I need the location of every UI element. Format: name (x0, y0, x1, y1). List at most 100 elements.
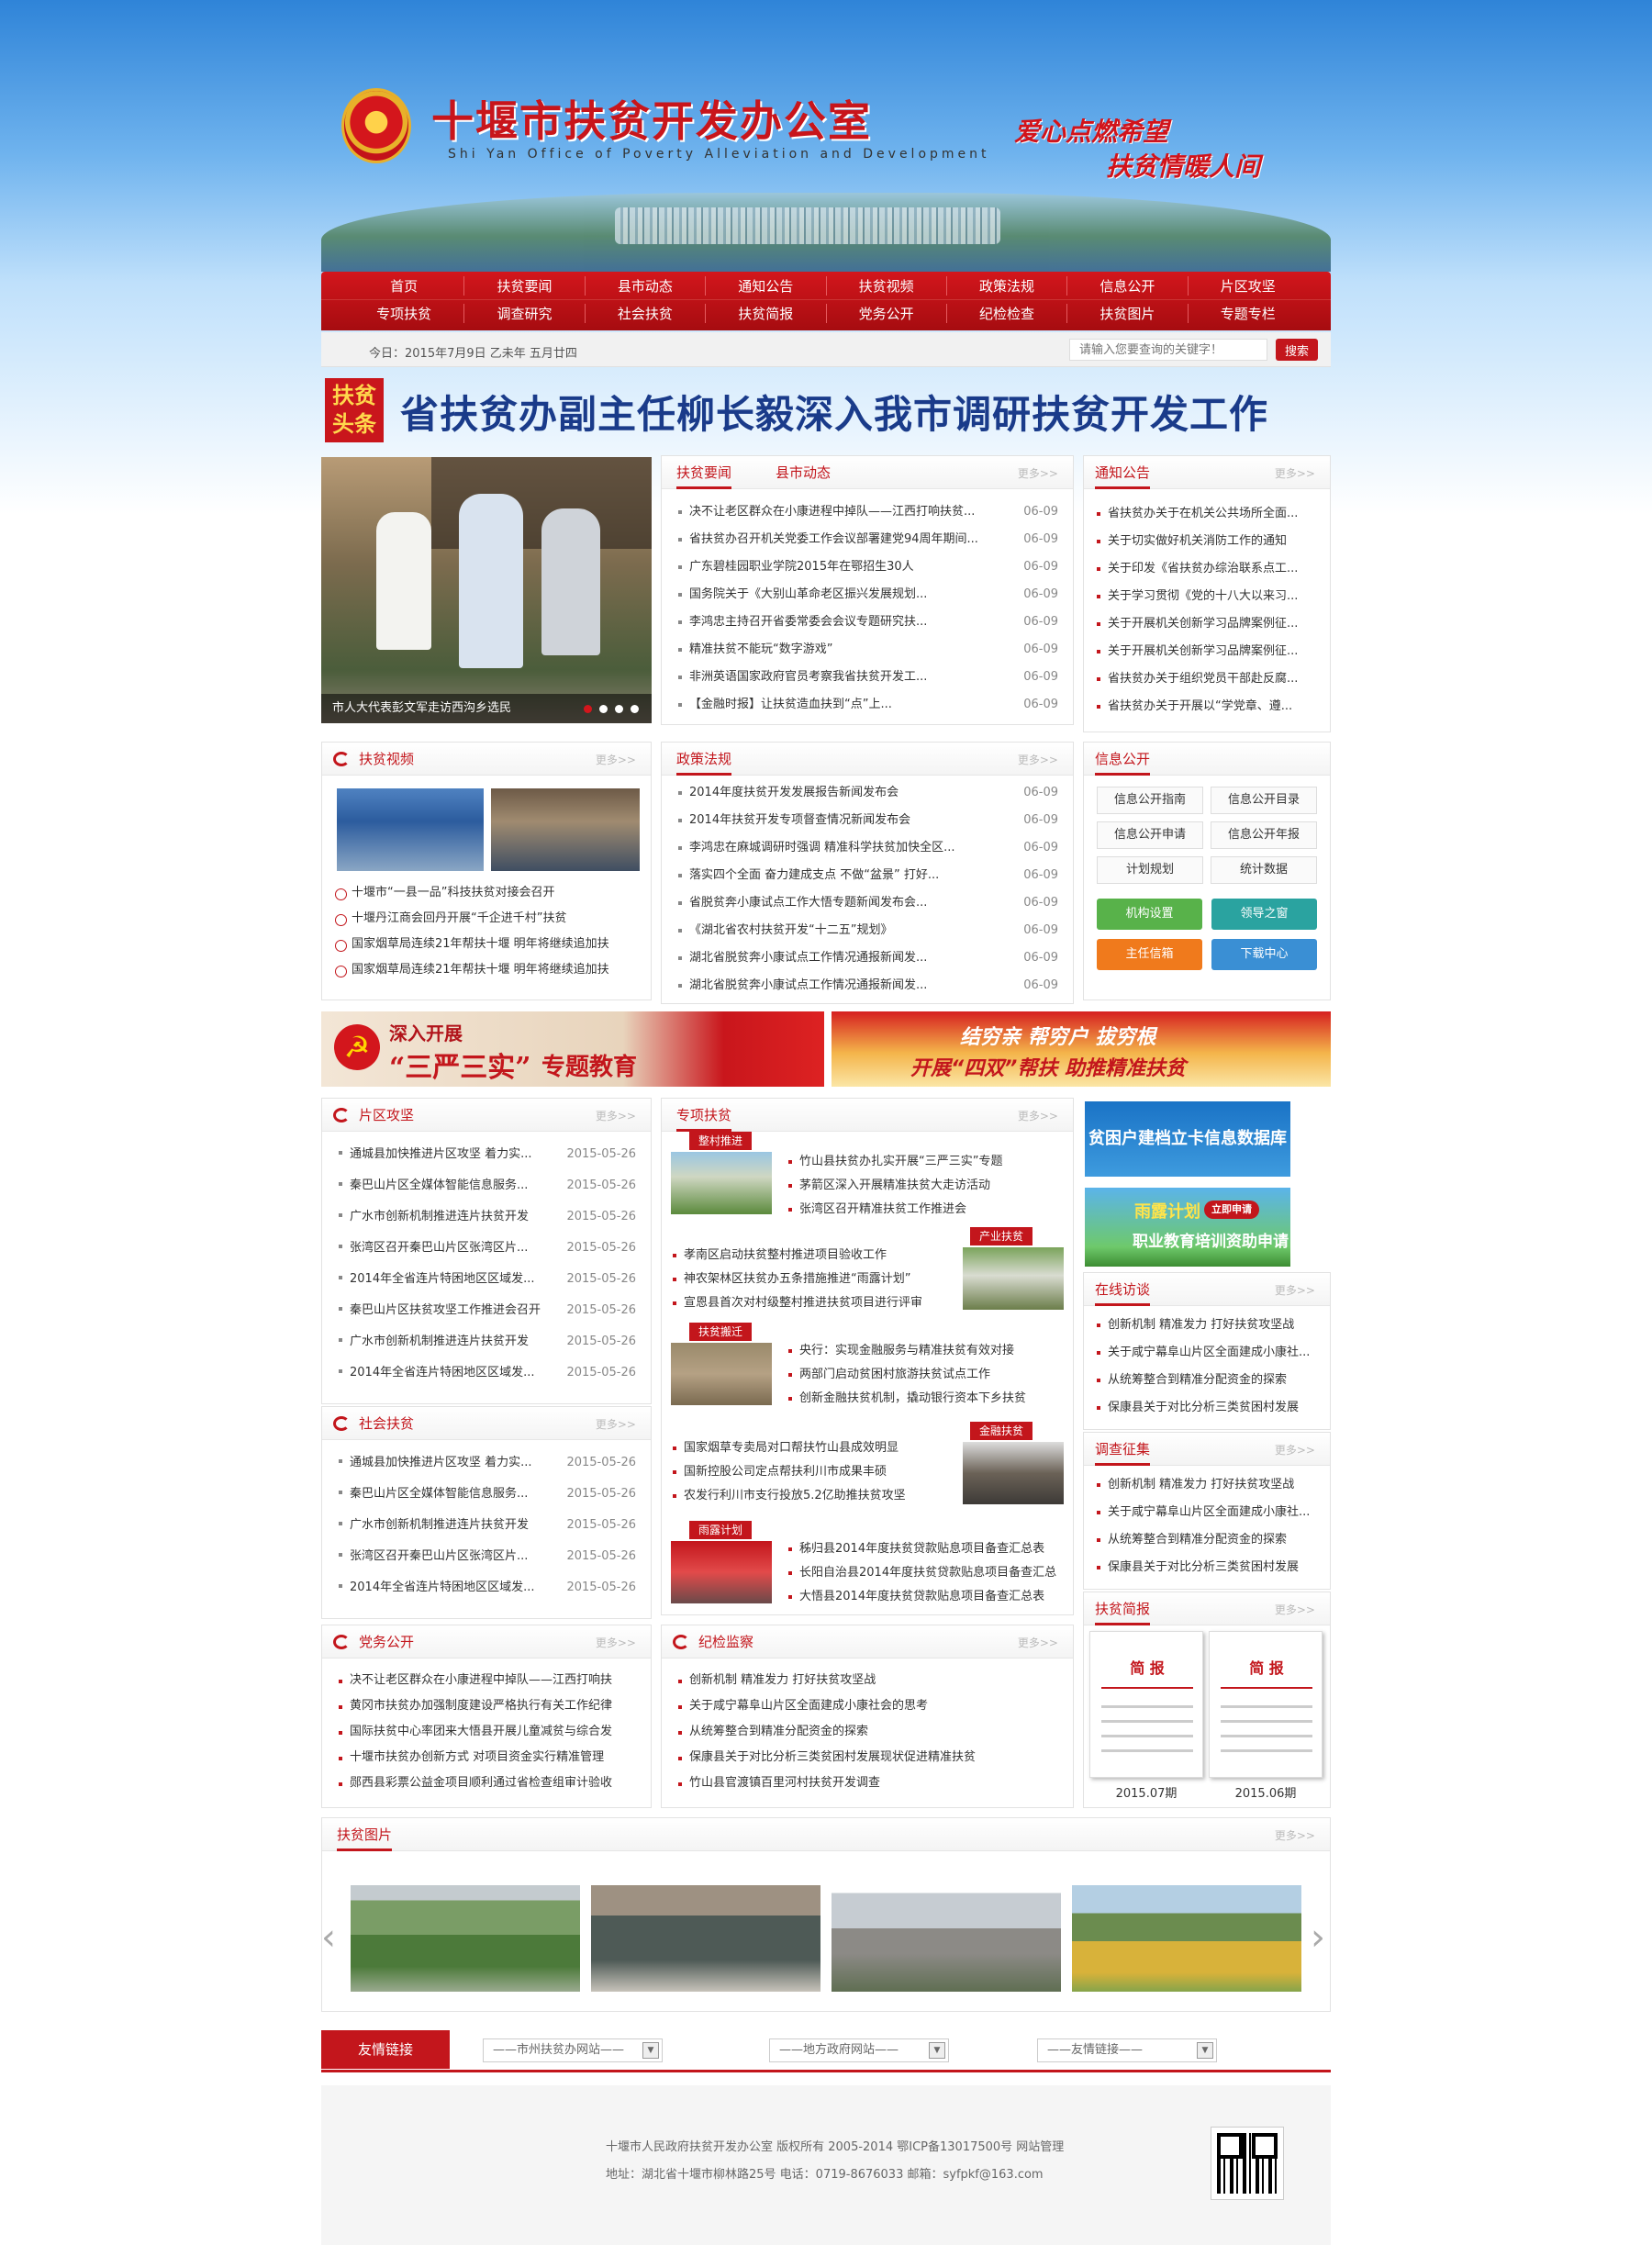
list-item[interactable]: 创新金融扶贫机制，撬动银行资本下乡扶贫 (787, 1387, 1026, 1411)
more-link[interactable]: 更多>> (1275, 1602, 1315, 1617)
list-item[interactable]: 关于开展机关创新学习品牌案例征... (1095, 638, 1319, 665)
brief-caption[interactable]: 2015.06期 (1209, 1783, 1323, 1801)
headline-link[interactable]: 省扶贫办副主任柳长毅深入我市调研扶贫开发工作 (400, 384, 1268, 440)
list-item[interactable]: 通城县加快推进片区攻坚 着力实... 2015-05-26 (337, 1447, 636, 1479)
more-link[interactable]: 更多>> (596, 1108, 636, 1123)
list-item[interactable]: 湖北省脱贫奔小康试点工作情况通报新闻发... 06-09 (676, 972, 1058, 1000)
list-item[interactable]: 2014年全省连片特困地区区域发... 2015-05-26 (337, 1264, 636, 1295)
list-item[interactable]: 国家烟草专卖局对口帮扶竹山县成效明显 (671, 1436, 906, 1460)
nav-item[interactable]: 政策法规 (947, 275, 1068, 296)
nav-item[interactable]: 专题专栏 (1189, 304, 1308, 323)
gallery-photo[interactable] (351, 1865, 580, 1992)
more-link[interactable]: 更多>> (1275, 1442, 1315, 1458)
poverty-database-banner[interactable]: 贫困户建档立卡信息数据库 (1085, 1101, 1290, 1177)
list-item[interactable]: 秭归县2014年度扶贫贷款贴息项目备查汇总表 (787, 1537, 1056, 1561)
list-item[interactable]: 2014年全省连片特困地区区域发... 2015-05-26 (337, 1357, 636, 1389)
list-item[interactable]: 省脱贫奔小康试点工作大悟专题新闻发布会... 06-09 (676, 889, 1058, 917)
special-image[interactable] (671, 1343, 772, 1405)
slide-dot[interactable] (584, 705, 592, 713)
list-item[interactable]: 郧西县彩票公益金项目顺利通过省检查组审计验收 (337, 1770, 636, 1796)
list-item[interactable]: 从统筹整合到精准分配资金的探索 (676, 1719, 1058, 1745)
tab-news[interactable]: 扶贫要闻 (676, 456, 732, 489)
info-link[interactable]: 统计数据 (1211, 856, 1317, 884)
leaders-button[interactable]: 领导之窗 (1211, 899, 1317, 930)
org-structure-button[interactable]: 机构设置 (1097, 899, 1202, 930)
gallery-photo[interactable] (1072, 1865, 1301, 1992)
list-item[interactable]: 国家烟草局连续21年帮扶十堰 明年将继续追加扶 (335, 932, 638, 957)
special-tag[interactable]: 产业扶贫 (970, 1227, 1033, 1245)
list-item[interactable]: 创新机制 精准发力 打好扶贫攻坚战 (1095, 1312, 1319, 1339)
brief-caption[interactable]: 2015.07期 (1089, 1783, 1203, 1801)
list-item[interactable]: 张湾区召开秦巴山片区张湾区片... 2015-05-26 (337, 1541, 636, 1572)
nav-item[interactable]: 专项扶贫 (344, 304, 465, 323)
list-item[interactable]: 精准扶贫不能玩“数字游戏” 06-09 (676, 636, 1058, 664)
dropdown-arrow-icon[interactable]: ▼ (929, 2042, 945, 2059)
list-item[interactable]: 湖北省脱贫奔小康试点工作情况通报新闻发... 06-09 (676, 944, 1058, 972)
list-item[interactable]: 2014年全省连片特困地区区域发... 2015-05-26 (337, 1572, 636, 1603)
list-item[interactable]: 从统筹整合到精准分配资金的探索 (1095, 1526, 1319, 1554)
rain-plan-banner[interactable]: 雨露计划 立即申请 职业教育培训资助申请 (1085, 1188, 1290, 1267)
list-item[interactable]: 秦巴山片区扶贫攻坚工作推进会召开 2015-05-26 (337, 1295, 636, 1326)
special-image[interactable] (671, 1541, 772, 1603)
list-item[interactable]: 十堰丹江商会回丹开展“千企进千村”扶贫 (335, 906, 638, 932)
list-item[interactable]: 两部门启动贫困村旅游扶贫试点工作 (787, 1363, 1026, 1387)
nav-item[interactable]: 首页 (344, 275, 465, 296)
list-item[interactable]: 关于切实做好机关消防工作的通知 (1095, 528, 1319, 555)
list-item[interactable]: 竹山县扶贫办扎实开展“三严三实”专题 (787, 1150, 1002, 1174)
nav-item[interactable]: 县市动态 (586, 275, 707, 296)
friend-link-select[interactable]: ——友情链接—— ▼ (1037, 2038, 1217, 2062)
list-item[interactable]: 关于开展机关创新学习品牌案例征... (1095, 610, 1319, 638)
nav-item[interactable]: 信息公开 (1067, 275, 1189, 296)
list-item[interactable]: 省扶贫办关于组织党员干部赴反腐... (1095, 665, 1319, 693)
list-item[interactable]: 李鸿忠在麻城调研时强调 精准科学扶贫加快全区... 06-09 (676, 834, 1058, 862)
info-link[interactable]: 信息公开年报 (1211, 821, 1317, 849)
list-item[interactable]: 秦巴山片区全媒体智能信息服务... 2015-05-26 (337, 1170, 636, 1201)
list-item[interactable]: 保康县关于对比分析三类贫困村发展 (1095, 1394, 1319, 1422)
next-arrow-icon[interactable]: › (1311, 1916, 1325, 1959)
more-link[interactable]: 更多>> (1018, 752, 1058, 767)
list-item[interactable]: 十堰市“一县一品”科技扶贫对接会召开 (335, 880, 638, 906)
list-item[interactable]: 从统筹整合到精准分配资金的探索 (1095, 1367, 1319, 1394)
nav-item[interactable]: 扶贫要闻 (464, 275, 586, 296)
list-item[interactable]: 央行：实现金融服务与精准扶贫有效对接 (787, 1339, 1026, 1363)
special-tag[interactable]: 扶贫搬迁 (689, 1323, 753, 1341)
list-item[interactable]: 《湖北省农村扶贫开发“十二五”规划》 06-09 (676, 917, 1058, 944)
special-image[interactable] (671, 1152, 772, 1214)
search-input[interactable] (1069, 339, 1267, 361)
list-item[interactable]: 宣恩县首次对村级整村推进扶贫项目进行评审 (671, 1291, 922, 1315)
list-item[interactable]: 决不让老区群众在小康进程中掉队——江西打响扶 (337, 1668, 636, 1693)
list-item[interactable]: 长阳自治县2014年度扶贫贷款贴息项目备查汇总 (787, 1561, 1056, 1585)
list-item[interactable]: 创新机制 精准发力 打好扶贫攻坚战 (676, 1668, 1058, 1693)
slide-dot[interactable] (599, 705, 608, 713)
info-link[interactable]: 信息公开指南 (1097, 787, 1203, 814)
special-image[interactable] (963, 1247, 1064, 1310)
list-item[interactable]: 保康县关于对比分析三类贫困村发展现状促进精准扶贫 (676, 1745, 1058, 1770)
list-item[interactable]: 2014年扶贫开发专项督查情况新闻发布会 06-09 (676, 807, 1058, 834)
list-item[interactable]: 十堰市扶贫办创新方式 对项目资金实行精准管理 (337, 1745, 636, 1770)
nav-item[interactable]: 扶贫图片 (1067, 304, 1189, 323)
nav-item[interactable]: 扶贫视频 (827, 275, 947, 296)
three-strict-banner[interactable]: ☭ 深入开展 “三严三实” 专题教育 (321, 1011, 824, 1087)
download-center-button[interactable]: 下载中心 (1211, 939, 1317, 970)
apply-now-button[interactable]: 立即申请 (1204, 1201, 1259, 1219)
list-item[interactable]: 决不让老区群众在小康进程中掉队——江西打响扶贫... 06-09 (676, 498, 1058, 526)
dropdown-arrow-icon[interactable]: ▼ (1197, 2042, 1213, 2059)
gallery-photo[interactable] (832, 1865, 1061, 1992)
more-link[interactable]: 更多>> (1018, 1108, 1058, 1123)
list-item[interactable]: 关于咸宁幕阜山片区全面建成小康社... (1095, 1499, 1319, 1526)
slide-dot[interactable] (631, 705, 639, 713)
list-item[interactable]: 2014年度扶贫开发发展报告新闻发布会 06-09 (676, 779, 1058, 807)
list-item[interactable]: 农发行利川市支行投放5.2亿助推扶贫攻坚 (671, 1484, 906, 1508)
brief-cover[interactable]: 简 报 (1089, 1631, 1203, 1778)
more-link[interactable]: 更多>> (1018, 465, 1058, 481)
list-item[interactable]: 关于咸宁幕阜山片区全面建成小康社... (1095, 1339, 1319, 1367)
list-item[interactable]: 落实四个全面 奋力建成支点 不做“盆景” 打好... 06-09 (676, 862, 1058, 889)
list-item[interactable]: 张湾区召开精准扶贫工作推进会 (787, 1198, 1002, 1222)
tab-county[interactable]: 县市动态 (776, 456, 831, 489)
list-item[interactable]: 国际扶贫中心率团来大悟县开展儿童减贫与综合发 (337, 1719, 636, 1745)
list-item[interactable]: 大悟县2014年度扶贫贷款贴息项目备查汇总表 (787, 1585, 1056, 1609)
list-item[interactable]: 茅箭区深入开展精准扶贫大走访活动 (787, 1174, 1002, 1198)
more-link[interactable]: 更多>> (1275, 465, 1315, 481)
more-link[interactable]: 更多>> (596, 1635, 636, 1650)
search-button[interactable]: 搜索 (1276, 339, 1318, 361)
